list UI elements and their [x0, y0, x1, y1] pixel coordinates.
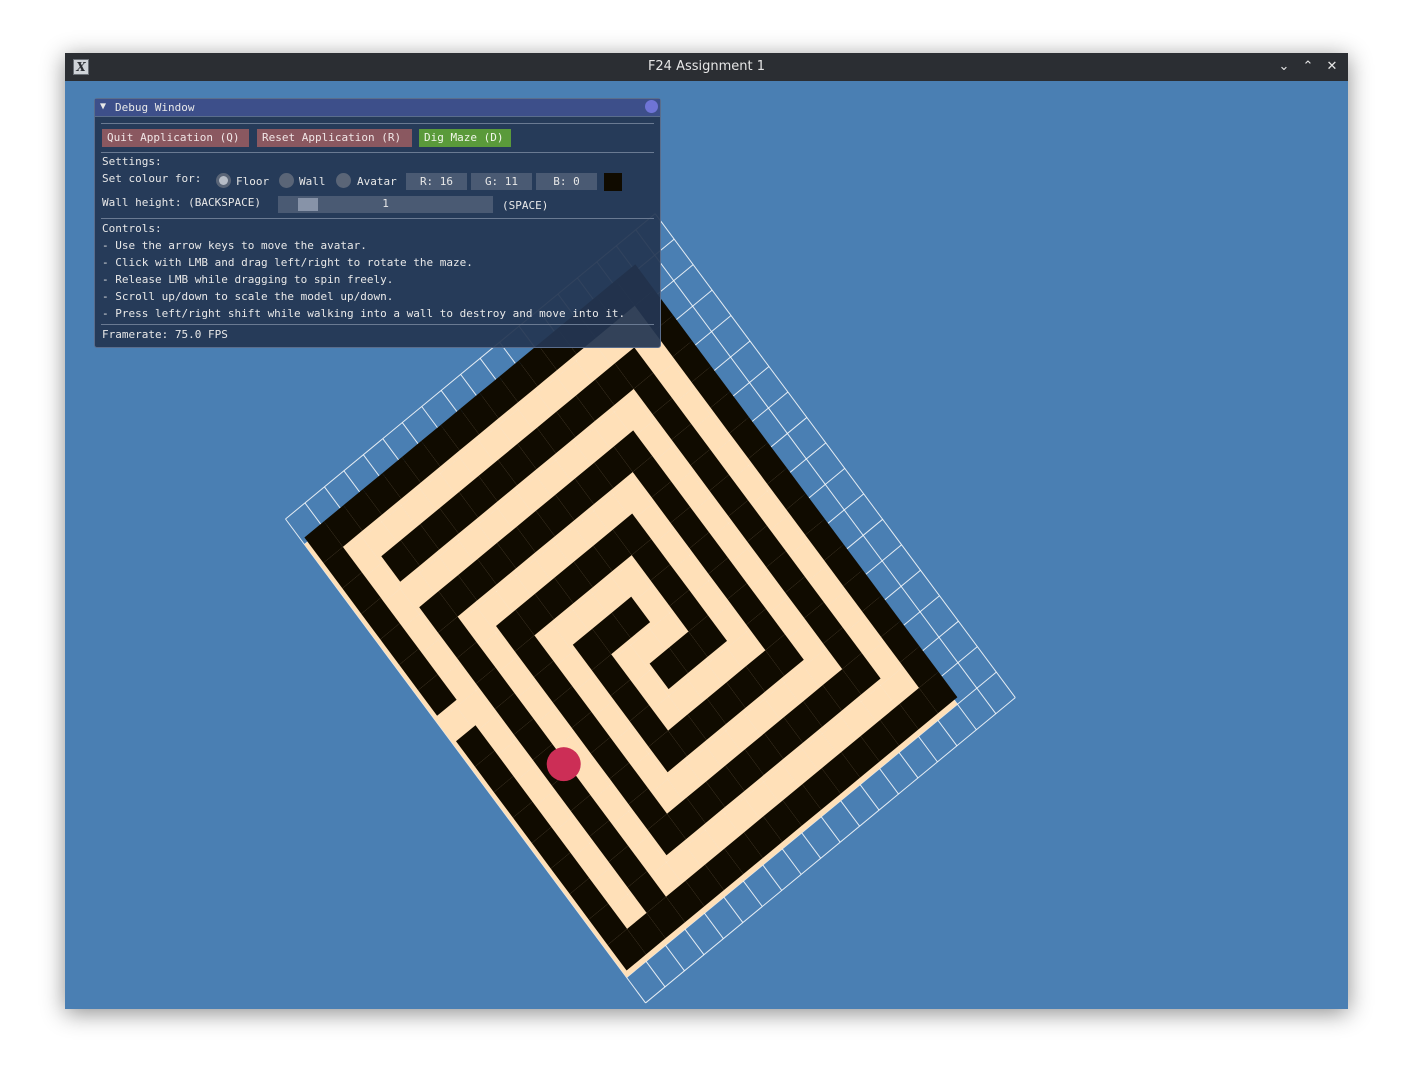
controls-label: Controls:	[102, 222, 162, 235]
divider	[101, 218, 654, 219]
green-input[interactable]: G: 11	[471, 173, 532, 190]
close-circle-icon[interactable]	[645, 100, 658, 113]
dig-maze-button[interactable]: Dig Maze (D)	[419, 129, 511, 147]
wall-height-label: Wall height: (BACKSPACE)	[102, 196, 261, 209]
control-line: - Use the arrow keys to move the avatar.	[102, 239, 367, 252]
slider-value: 1	[382, 197, 389, 210]
settings-label: Settings:	[102, 155, 162, 168]
maximize-icon[interactable]: ⌃	[1299, 58, 1317, 76]
control-line: - Release LMB while dragging to spin fre…	[102, 273, 394, 286]
reset-button[interactable]: Reset Application (R)	[257, 129, 412, 147]
radio-floor-label[interactable]: Floor	[236, 175, 269, 188]
divider	[101, 123, 654, 124]
control-line: - Click with LMB and drag left/right to …	[102, 256, 473, 269]
colour-swatch[interactable]	[604, 173, 622, 191]
radio-avatar[interactable]	[336, 173, 351, 188]
minimize-icon[interactable]: ⌄	[1275, 58, 1293, 76]
close-icon[interactable]: ✕	[1323, 58, 1341, 76]
quit-button[interactable]: Quit Application (Q)	[102, 129, 249, 147]
colour-label: Set colour for:	[102, 172, 202, 185]
wall-height-slider[interactable]: 1	[278, 196, 493, 213]
radio-wall-label[interactable]: Wall	[299, 175, 326, 188]
control-line: - Scroll up/down to scale the model up/d…	[102, 290, 394, 303]
divider	[101, 324, 654, 325]
window-title: F24 Assignment 1	[647, 59, 766, 74]
blue-input[interactable]: B: 0	[536, 173, 597, 190]
collapse-arrow-icon[interactable]: ▼	[100, 101, 106, 112]
radio-avatar-label[interactable]: Avatar	[357, 175, 397, 188]
title-bar[interactable]: X F24 Assignment 1 ⌄ ⌃ ✕	[65, 53, 1348, 81]
framerate-label: Framerate: 75.0 FPS	[102, 328, 228, 341]
radio-wall[interactable]	[279, 173, 294, 188]
red-input[interactable]: R: 16	[406, 173, 467, 190]
space-label: (SPACE)	[502, 199, 549, 212]
avatar[interactable]	[546, 747, 581, 782]
debug-window[interactable]: ▼ Debug Window Quit Application (Q) Rese…	[94, 98, 661, 348]
radio-floor[interactable]	[216, 173, 231, 188]
app-window: X F24 Assignment 1 ⌄ ⌃ ✕ ▼ Debug Window …	[65, 53, 1348, 1009]
divider	[101, 152, 654, 153]
control-line: - Press left/right shift while walking i…	[102, 307, 626, 320]
debug-title-bar[interactable]: ▼ Debug Window	[95, 99, 660, 117]
debug-title: Debug Window	[115, 101, 195, 114]
